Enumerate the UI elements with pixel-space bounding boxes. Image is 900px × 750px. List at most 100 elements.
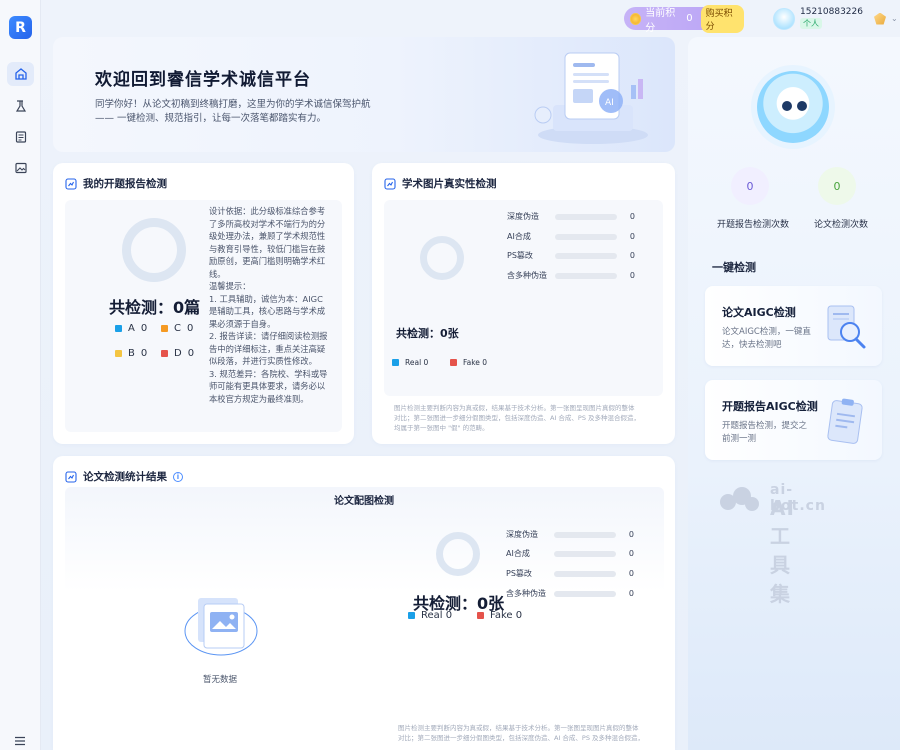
legend-item-c: C 0 xyxy=(161,323,193,334)
figure-donut-chart xyxy=(436,532,480,576)
legend-value: 0 xyxy=(140,348,148,359)
quick-check-title: 一键检测 xyxy=(712,261,756,274)
info-icon[interactable]: i xyxy=(173,471,183,482)
desc-line: 师可能有更具体要求，请务必以 xyxy=(209,381,326,391)
watermark-logo-icon xyxy=(720,487,759,511)
proposal-count-badge: 0 xyxy=(731,167,769,205)
legend-real: Real 0 xyxy=(392,358,428,367)
bar-track xyxy=(555,233,617,240)
note-line: 对比；第二张图进一步细分假图类型，包括深度伪造、AI 合成、PS 及多种混合假造… xyxy=(394,414,641,422)
points-pill: 当前积分 0 购买积分 xyxy=(624,4,744,34)
legend-fake: Fake 0 xyxy=(477,610,522,621)
proposal-aigc-desc: 开题报告检测，提交之前测一测 xyxy=(722,421,808,444)
desc-line: 了多所高校对学术不端行为的分 xyxy=(209,218,326,229)
bar-value: 0 xyxy=(628,530,634,539)
page-title: 欢迎回到睿信学术诚信平台 xyxy=(95,70,311,90)
desc-line: 果必须源于自身。 xyxy=(209,318,276,329)
avatar[interactable] xyxy=(773,7,795,30)
legend-label: A xyxy=(128,323,135,334)
right-panel: 0 开题报告检测次数 0 论文检测次数 一键检测 论文AIGC检测 论文AIGC… xyxy=(688,37,900,750)
bar-row: PS篡改 0 xyxy=(507,250,635,261)
paper-aigc-card[interactable]: 论文AIGC检测 论文AIGC检测，一键直达，快去检测吧 xyxy=(705,286,882,366)
welcome-banner: 欢迎回到睿信学术诚信平台 同学你好！从论文初稿到终稿打磨，这里为你的学术诚信保驾… xyxy=(53,37,675,152)
paper-stats-card: 论文检测统计结果 i 论文配图检测 共检测：0张 Real 0 Fake 0 深… xyxy=(53,456,675,750)
legend-swatch xyxy=(392,359,399,366)
coin-icon xyxy=(630,12,642,25)
legend-swatch xyxy=(450,359,457,366)
bar-track xyxy=(555,252,617,259)
note-line: 均属于第一张图中 "假" 的范畴。 xyxy=(394,424,489,432)
desc-line: 3. 规范差异：各院校、学科或导 xyxy=(209,368,328,379)
proposal-aigc-card[interactable]: 开题报告AIGC检测 开题报告检测，提交之前测一测 xyxy=(705,380,882,460)
legend-label: Real 0 xyxy=(421,610,453,621)
paper-magnifier-icon xyxy=(827,305,866,349)
legend-real: Real 0 xyxy=(408,610,452,621)
desc-line: 是辅助工具，核心思路与学术成 xyxy=(209,306,326,316)
stats-inner-panel xyxy=(65,487,664,750)
legend-label: C xyxy=(174,323,181,334)
user-type-badge: 个人 xyxy=(800,18,822,29)
bar-label: AI合成 xyxy=(507,232,531,241)
user-menu[interactable]: 15210883226 个人 ⌄ xyxy=(773,7,898,30)
nav-dashboard-icon[interactable] xyxy=(7,62,34,86)
bar-label: 含多种伪造 xyxy=(506,589,546,598)
legend-item-a: A 0 xyxy=(115,323,147,334)
banner-line-2: —— 一键检测、规范指引，让每一次落笔都踏实有力。 xyxy=(95,113,327,124)
app-logo[interactable]: R xyxy=(9,16,32,39)
desc-line: 线。 xyxy=(209,268,226,279)
bar-track xyxy=(554,570,616,577)
paper-count-label: 论文检测次数 xyxy=(814,220,869,230)
bar-row: 含多种伪造 0 xyxy=(506,588,634,599)
note-line: 对比；第二张图进一步细分假图类型，包括深度伪造、AI 合成、PS 及多种混合假造… xyxy=(398,734,645,742)
points-label: 当前积分 xyxy=(645,7,676,34)
stats-subtitle: 论文配图检测 xyxy=(334,496,394,507)
legend-item-d: D 0 xyxy=(161,348,194,359)
desc-line: 励原创，更高门槛则明确学术红 xyxy=(209,256,326,266)
bar-track xyxy=(554,590,616,597)
chevron-down-icon[interactable]: ⌄ xyxy=(891,14,898,23)
desc-line: 2. 报告详读：请仔细阅读检测报 xyxy=(209,331,328,341)
legend-swatch xyxy=(408,612,415,619)
desc-line: 级处理办法，兼顾了学术规范性 xyxy=(209,231,326,241)
image-donut-chart xyxy=(420,236,464,280)
banner-illustration-icon: AI xyxy=(534,52,648,144)
nav-image-check-icon[interactable] xyxy=(7,156,34,180)
legend-swatch xyxy=(161,325,168,332)
points-value: 0 xyxy=(686,13,693,24)
bar-track xyxy=(554,550,616,557)
card-icon xyxy=(384,177,396,190)
proposal-report-card: 我的开题报告检测 共检测：0篇 A 0 C 0 B 0 D 0 设计依据：此分级… xyxy=(53,163,354,444)
legend-value: 0 xyxy=(187,348,195,359)
bar-row: AI合成 0 xyxy=(507,231,635,242)
proposal-donut-chart xyxy=(122,218,186,282)
bar-track xyxy=(555,272,617,279)
user-phone: 15210883226 xyxy=(800,7,863,17)
topbar: 当前积分 0 购买积分 15210883226 个人 ⌄ xyxy=(41,0,900,36)
note-line: 图片检测主要判断内容为真或假，结果基于技术分析。第一张图呈现图片真假的整体 xyxy=(394,404,635,412)
proposal-count-label: 开题报告检测次数 xyxy=(717,220,790,230)
nav-paper-check-icon[interactable] xyxy=(7,94,34,118)
bar-value: 0 xyxy=(629,232,635,241)
watermark-name: AI工具集 xyxy=(770,496,795,606)
legend-fake: Fake 0 xyxy=(450,358,487,367)
proposal-aigc-title: 开题报告AIGC检测 xyxy=(722,400,818,413)
desc-line: 设计依据：此分级标准综合参考 xyxy=(209,206,326,216)
bar-row: 含多种伪造 0 xyxy=(507,270,635,281)
bar-label: 含多种伪造 xyxy=(507,271,547,280)
desc-line: 告中的详细标注，重点关注高疑 xyxy=(209,343,326,354)
bar-track xyxy=(554,531,616,538)
paper-count-badge: 0 xyxy=(818,167,856,205)
collapse-menu-icon[interactable] xyxy=(14,736,26,746)
legend-swatch xyxy=(477,612,484,619)
legend-swatch xyxy=(115,325,122,332)
empty-state-text: 暂无数据 xyxy=(203,675,238,685)
buy-points-button[interactable]: 购买积分 xyxy=(700,4,744,33)
legend-label: B xyxy=(128,348,135,359)
bar-label: PS篡改 xyxy=(507,251,533,260)
bar-value: 0 xyxy=(628,569,634,578)
desc-line: 似段落，并进行实质性修改。 xyxy=(209,356,317,366)
nav-report-icon[interactable] xyxy=(7,125,34,149)
bar-value: 0 xyxy=(628,549,634,558)
desc-line: 温馨提示： xyxy=(209,281,251,291)
desc-line: 1. 工具辅助，诚信为本：AIGC xyxy=(209,293,323,304)
